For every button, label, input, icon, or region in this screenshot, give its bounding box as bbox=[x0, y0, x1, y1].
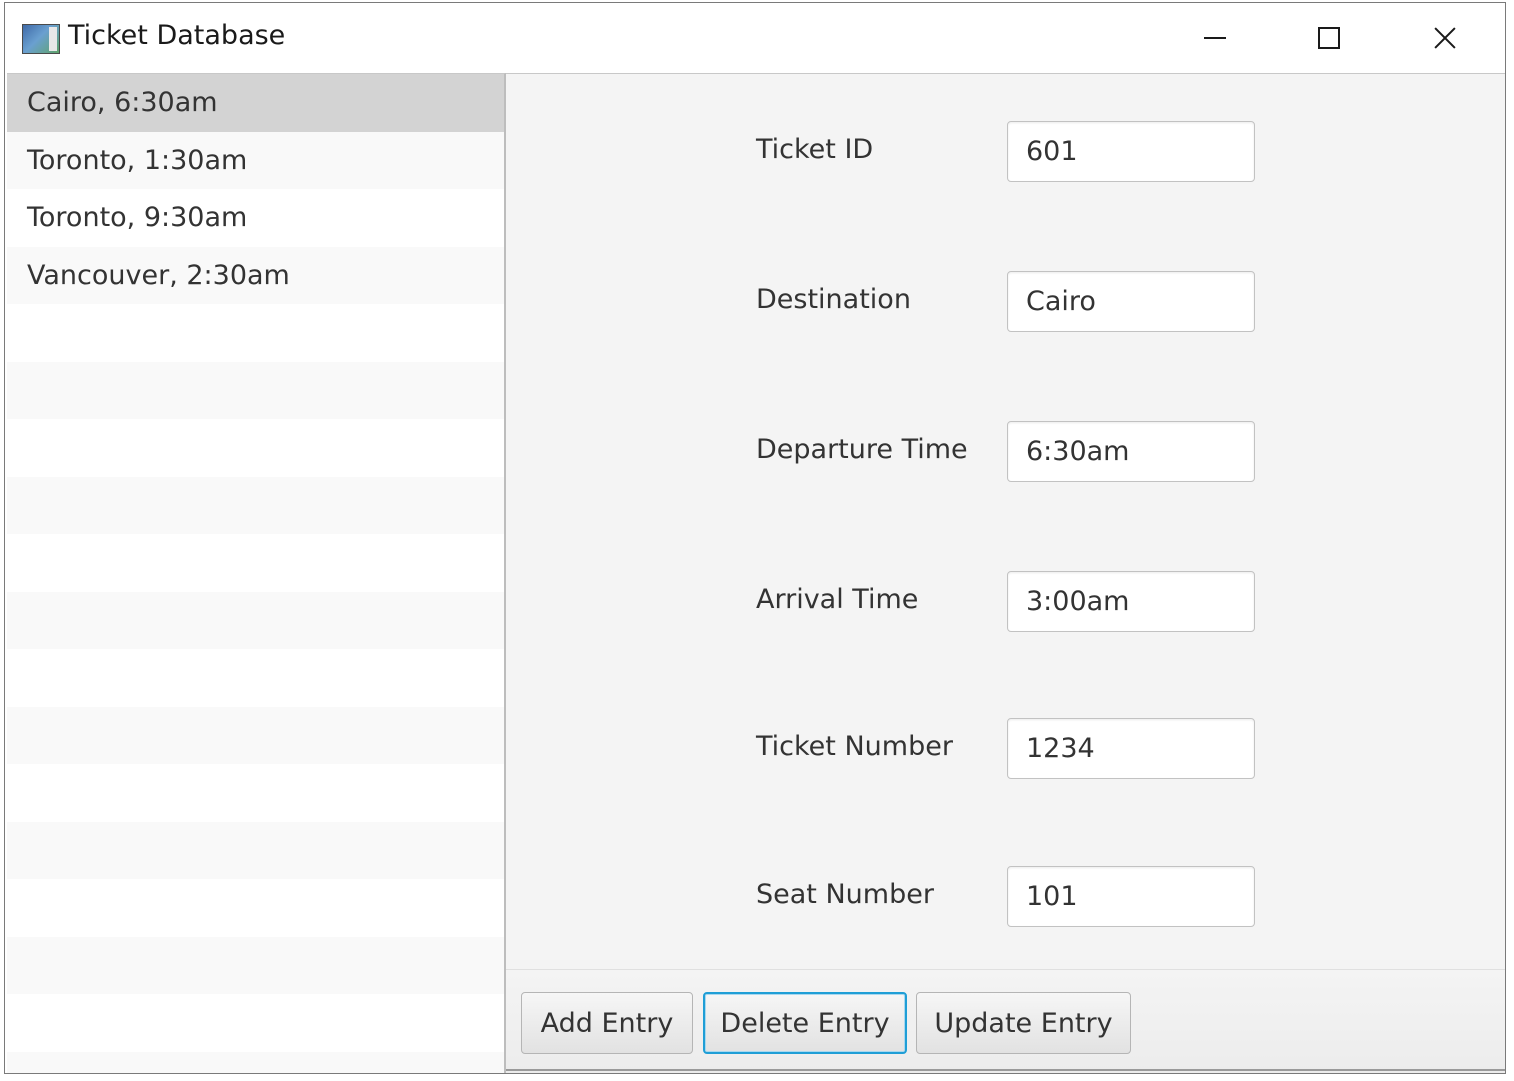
empty-list-row bbox=[7, 936, 504, 994]
destination-field[interactable] bbox=[1007, 271, 1255, 332]
app-window: Ticket Database Cairo, 6:30am Toronto, 1… bbox=[4, 2, 1506, 1074]
arrival-time-label: Arrival Time bbox=[756, 584, 919, 615]
title-bar[interactable]: Ticket Database bbox=[5, 3, 1505, 73]
ticket-id-label: Ticket ID bbox=[756, 134, 874, 165]
maximize-button[interactable] bbox=[1273, 3, 1385, 73]
empty-list-row bbox=[7, 821, 504, 879]
ticket-number-label: Ticket Number bbox=[756, 731, 953, 762]
app-table-icon bbox=[22, 24, 60, 54]
departure-time-field[interactable] bbox=[1007, 421, 1255, 482]
ticket-form: Ticket ID Destination Departure Time Arr… bbox=[506, 73, 1505, 971]
list-item[interactable]: Cairo, 6:30am bbox=[7, 74, 504, 132]
delete-entry-button[interactable]: Delete Entry bbox=[703, 992, 907, 1054]
empty-list-row bbox=[7, 1051, 504, 1073]
empty-list-row bbox=[7, 764, 504, 822]
seat-number-field[interactable] bbox=[1007, 866, 1255, 927]
empty-list-row bbox=[7, 419, 504, 477]
list-item[interactable]: Toronto, 1:30am bbox=[7, 131, 504, 189]
minimize-button[interactable] bbox=[1159, 3, 1271, 73]
list-item[interactable]: Toronto, 9:30am bbox=[7, 189, 504, 247]
ticket-number-field[interactable] bbox=[1007, 718, 1255, 779]
empty-list-row bbox=[7, 534, 504, 592]
destination-label: Destination bbox=[756, 284, 911, 315]
ticket-list[interactable]: Cairo, 6:30am Toronto, 1:30am Toronto, 9… bbox=[7, 73, 506, 1073]
close-icon bbox=[1432, 25, 1458, 51]
list-item[interactable]: Vancouver, 2:30am bbox=[7, 246, 504, 304]
empty-list-row bbox=[7, 994, 504, 1052]
button-bar: Add Entry Delete Entry Update Entry bbox=[506, 969, 1505, 1073]
window-title: Ticket Database bbox=[68, 20, 286, 51]
seat-number-label: Seat Number bbox=[756, 879, 934, 910]
divider bbox=[506, 1069, 1505, 1071]
ticket-id-field[interactable] bbox=[1007, 121, 1255, 182]
empty-list-row bbox=[7, 706, 504, 764]
empty-list-row bbox=[7, 591, 504, 649]
maximize-icon bbox=[1318, 27, 1340, 49]
empty-list-row bbox=[7, 304, 504, 362]
minimize-icon bbox=[1204, 37, 1226, 39]
close-button[interactable] bbox=[1389, 3, 1501, 73]
add-entry-button[interactable]: Add Entry bbox=[521, 992, 693, 1054]
empty-list-row bbox=[7, 361, 504, 419]
update-entry-button[interactable]: Update Entry bbox=[916, 992, 1131, 1054]
empty-list-row bbox=[7, 879, 504, 937]
departure-time-label: Departure Time bbox=[756, 434, 968, 465]
empty-list-row bbox=[7, 649, 504, 707]
arrival-time-field[interactable] bbox=[1007, 571, 1255, 632]
empty-list-row bbox=[7, 476, 504, 534]
